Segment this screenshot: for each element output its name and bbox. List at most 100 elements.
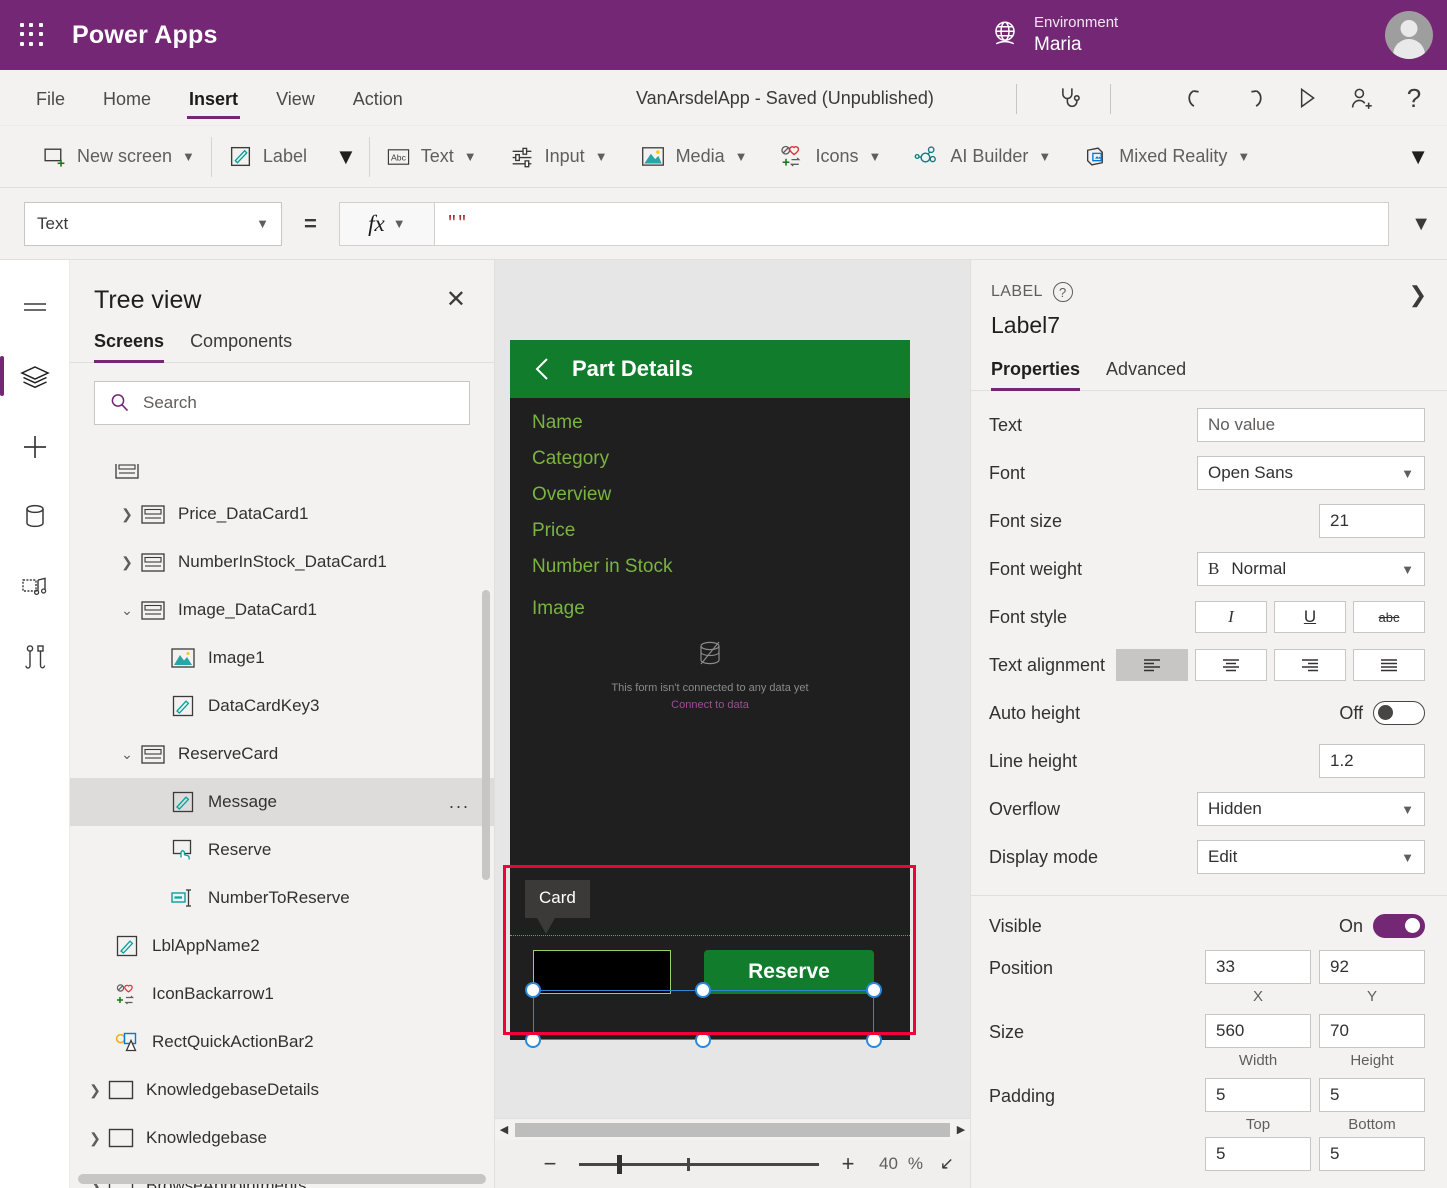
play-preview-icon[interactable] (1289, 81, 1323, 115)
size-width-input[interactable]: 560 (1205, 1014, 1311, 1048)
back-chevron-icon[interactable] (532, 356, 554, 382)
resize-handle[interactable] (525, 982, 541, 998)
data-cylinder-icon[interactable] (0, 482, 69, 552)
menu-file[interactable]: File (34, 73, 67, 123)
fx-button[interactable]: fx ▼ (339, 202, 435, 246)
resize-handle[interactable] (695, 1032, 711, 1048)
canvas-horizontal-scrollbar[interactable]: ◀ ▶ (495, 1118, 970, 1140)
underline-button[interactable]: U (1274, 601, 1346, 633)
align-right-button[interactable] (1274, 649, 1346, 681)
display-mode-select[interactable]: Edit ▼ (1197, 840, 1425, 874)
undo-icon[interactable] (1181, 81, 1215, 115)
padding-bottom-input[interactable]: 5 (1319, 1078, 1425, 1112)
media-icon[interactable] (0, 552, 69, 622)
tab-properties[interactable]: Properties (991, 359, 1080, 390)
chevron-right-icon[interactable]: ❯ (82, 1130, 108, 1147)
overflow-select[interactable]: Hidden ▼ (1197, 792, 1425, 826)
font-weight-select[interactable]: B Normal ▼ (1197, 552, 1425, 586)
strikethrough-button[interactable]: abc (1353, 601, 1425, 633)
tab-advanced[interactable]: Advanced (1106, 359, 1186, 390)
resize-handle[interactable] (695, 982, 711, 998)
position-x-input[interactable]: 33 (1205, 950, 1311, 984)
scroll-right-icon[interactable]: ▶ (952, 1123, 970, 1136)
chevron-down-icon[interactable]: ⌄ (114, 746, 140, 763)
reserve-button[interactable]: Reserve (704, 950, 874, 994)
advanced-tools-icon[interactable] (0, 622, 69, 692)
list-item[interactable]: IconBackarrow1 (70, 970, 494, 1018)
list-item[interactable]: ❯ Price_DataCard1 (70, 490, 494, 538)
italic-button[interactable]: I (1195, 601, 1267, 633)
list-item[interactable]: ⌄ ReserveCard (70, 730, 494, 778)
resize-handle[interactable] (866, 1032, 882, 1048)
tree-vertical-scrollbar[interactable] (482, 590, 490, 880)
formula-input[interactable]: "" (435, 202, 1389, 246)
list-item[interactable]: Reserve (70, 826, 494, 874)
list-item[interactable]: RectQuickActionBar2 (70, 1018, 494, 1066)
list-item[interactable] (70, 464, 494, 490)
zoom-slider[interactable] (579, 1154, 819, 1174)
ribbon-input[interactable]: Input ▼ (493, 126, 624, 188)
list-item[interactable]: Image1 (70, 634, 494, 682)
help-circle-icon[interactable]: ? (1053, 282, 1073, 302)
auto-height-toggle[interactable] (1373, 701, 1425, 725)
formula-expand-chevron-icon[interactable]: ▼ (1411, 188, 1431, 260)
size-height-input[interactable]: 70 (1319, 1014, 1425, 1048)
align-left-button[interactable] (1116, 649, 1188, 681)
ribbon-ai-builder[interactable]: AI Builder ▼ (897, 126, 1067, 188)
padding-right-input[interactable]: 5 (1319, 1137, 1425, 1171)
zoom-in-icon[interactable]: + (831, 1151, 865, 1177)
text-input[interactable]: No value (1197, 408, 1425, 442)
chevron-down-icon[interactable]: ⌄ (114, 602, 140, 619)
fit-to-screen-icon[interactable]: ↙ (940, 1154, 954, 1174)
ribbon-media[interactable]: Media ▼ (624, 126, 764, 188)
list-item[interactable]: ⌄ Image_DataCard1 (70, 586, 494, 634)
resize-handle[interactable] (866, 982, 882, 998)
zoom-out-icon[interactable]: − (533, 1151, 567, 1177)
list-item-overflow-menu[interactable]: ... (449, 792, 470, 813)
close-icon[interactable]: ✕ (442, 286, 470, 314)
share-icon[interactable] (1343, 81, 1377, 115)
ribbon-text[interactable]: Abc Text ▼ (370, 126, 493, 188)
app-checker-icon[interactable] (1051, 81, 1085, 115)
align-center-button[interactable] (1195, 649, 1267, 681)
padding-top-input[interactable]: 5 (1205, 1078, 1311, 1112)
position-y-input[interactable]: 92 (1319, 950, 1425, 984)
font-select[interactable]: Open Sans ▼ (1197, 456, 1425, 490)
property-select[interactable]: Text ▼ (24, 202, 282, 246)
ribbon-mixed-reality[interactable]: Mixed Reality ▼ (1067, 126, 1266, 188)
list-item[interactable]: LblAppName2 (70, 922, 494, 970)
align-justify-button[interactable] (1353, 649, 1425, 681)
list-item[interactable]: ❯ NumberInStock_DataCard1 (70, 538, 494, 586)
menu-action[interactable]: Action (351, 73, 405, 123)
ribbon-new-screen[interactable]: New screen ▼ (26, 126, 211, 188)
tree-search-box[interactable]: Search (94, 381, 470, 425)
tree-view-layers-icon[interactable] (0, 342, 69, 412)
environment-selector[interactable]: Environment Maria (990, 0, 1118, 70)
tree-horizontal-scrollbar[interactable] (78, 1174, 486, 1184)
menu-insert[interactable]: Insert (187, 73, 240, 123)
insert-plus-icon[interactable] (0, 412, 69, 482)
redo-icon[interactable] (1235, 81, 1269, 115)
chevron-right-icon[interactable]: ❯ (82, 1082, 108, 1099)
ribbon-expand-chevron-icon[interactable]: ▼ (1407, 126, 1429, 188)
canvas-scroll-thumb[interactable] (515, 1123, 950, 1137)
hamburger-menu-icon[interactable] (0, 272, 69, 342)
list-item[interactable]: ❯ Knowledgebase (70, 1114, 494, 1162)
label-gallery-chevron-icon[interactable]: ▼ (323, 144, 369, 170)
padding-left-input[interactable]: 5 (1205, 1137, 1311, 1171)
message-label-control[interactable] (533, 950, 671, 994)
ribbon-icons[interactable]: Icons ▼ (763, 126, 897, 188)
list-item[interactable]: ❯ KnowledgebaseDetails (70, 1066, 494, 1114)
resize-handle[interactable] (525, 1032, 541, 1048)
line-height-input[interactable]: 1.2 (1319, 744, 1425, 778)
menu-view[interactable]: View (274, 73, 317, 123)
chevron-right-icon[interactable]: ❯ (114, 554, 140, 571)
tab-components[interactable]: Components (190, 331, 292, 362)
ribbon-label[interactable]: Label (212, 126, 323, 188)
user-avatar[interactable] (1385, 11, 1433, 59)
list-item[interactable]: NumberToReserve (70, 874, 494, 922)
list-item[interactable]: Message ... (70, 778, 494, 826)
help-icon[interactable]: ? (1397, 81, 1431, 115)
visible-toggle[interactable] (1373, 914, 1425, 938)
chevron-right-icon[interactable]: ❯ (1409, 282, 1427, 308)
